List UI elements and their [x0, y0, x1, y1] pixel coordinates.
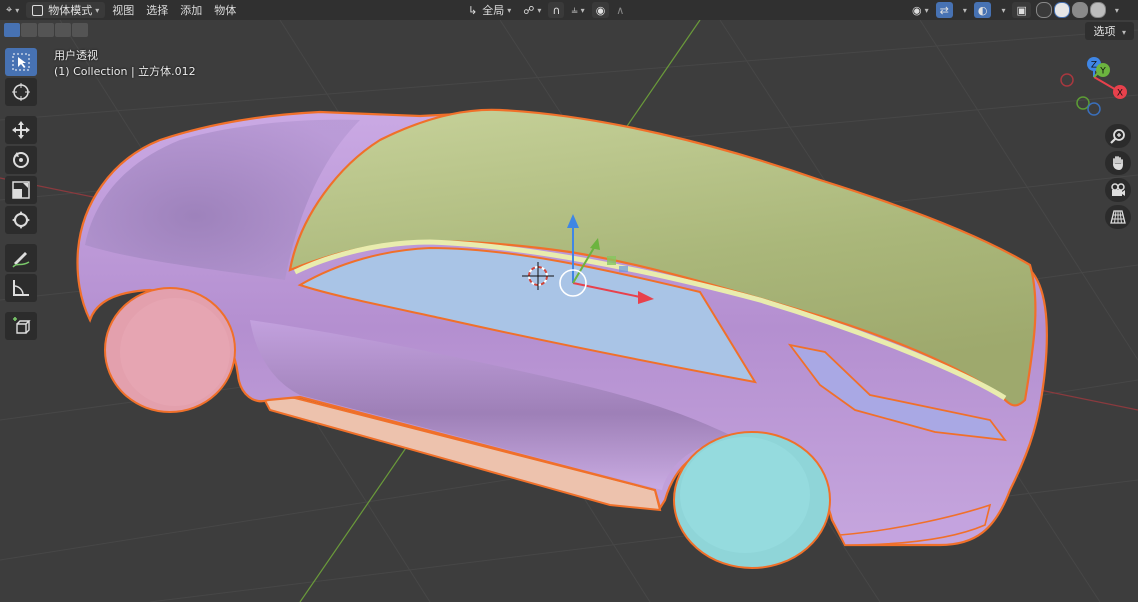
overlays-toggle[interactable]: ◐	[973, 2, 992, 18]
tool-select-box[interactable]	[5, 48, 37, 76]
navigation-buttons	[1105, 124, 1131, 229]
rendered-shading-icon[interactable]	[1089, 2, 1106, 18]
select-new-icon[interactable]	[4, 23, 20, 37]
chevron-down-icon: ▾	[537, 5, 542, 15]
select-intersect-icon[interactable]	[72, 23, 88, 37]
tool-settings-row	[0, 20, 1138, 40]
x-axis-label: X	[1117, 89, 1123, 99]
overlays-icon: ◐	[977, 3, 988, 17]
tool-rotate[interactable]	[5, 146, 37, 174]
chevron-down-icon: ▾	[1114, 5, 1119, 15]
zoom-button[interactable]	[1105, 124, 1131, 148]
measure-icon	[13, 280, 29, 296]
menu-add[interactable]: 添加	[174, 0, 208, 20]
neg-y-handle[interactable]	[1076, 96, 1090, 110]
chevron-down-icon: ▾	[15, 5, 20, 15]
collection-object-label: (1) Collection | 立方体.012	[54, 65, 196, 78]
add-cube-icon	[13, 317, 31, 334]
select-extend-icon[interactable]	[21, 23, 37, 37]
menu-view[interactable]: 视图	[106, 0, 140, 20]
camera-view-button[interactable]	[1105, 178, 1131, 202]
tool-cursor[interactable]	[5, 78, 37, 106]
cursor-icon	[12, 83, 30, 101]
pan-hand-icon	[1113, 156, 1123, 170]
3d-viewport[interactable]	[0, 0, 1138, 602]
select-subtract-icon[interactable]	[38, 23, 54, 37]
viewport-header: ⌖ ▾ 物体模式 ▾ 视图 选择 添加 物体 ↳ 全局 ▾ ☍ ▾ ∩ ⫨ ▾ ◉ ∧…	[0, 0, 1138, 20]
zoom-icon	[1110, 129, 1125, 144]
overlays-dropdown[interactable]: ▾	[992, 0, 1011, 20]
gizmo-toggle[interactable]: ⇄	[935, 2, 953, 18]
chevron-down-icon: ▾	[1001, 5, 1006, 15]
chevron-down-icon: ▾	[962, 5, 967, 15]
pivot-icon: ☍	[523, 3, 535, 17]
neg-x-handle[interactable]	[1060, 73, 1074, 87]
tool-scale[interactable]	[5, 176, 37, 204]
select-invert-icon[interactable]	[55, 23, 71, 37]
selection-mode-buttons	[4, 23, 88, 37]
eye-icon: ◉	[912, 3, 922, 17]
visibility-dropdown[interactable]: ◉ ▾	[906, 0, 935, 20]
annotate-icon	[12, 252, 30, 268]
chevron-down-icon: ▾	[580, 5, 585, 15]
scale-icon	[12, 181, 30, 199]
gizmo-dropdown[interactable]: ▾	[954, 0, 973, 20]
falloff-curve-icon: ∧	[616, 3, 625, 17]
chevron-down-icon: ▾	[95, 5, 100, 15]
axis-editor-icon: ⌖	[6, 3, 13, 16]
navigation-gizmo[interactable]: Z Y X	[1058, 55, 1132, 121]
left-toolbar	[5, 48, 39, 340]
snap-increment-icon: ⫨	[571, 3, 578, 16]
xray-icon: ▣	[1016, 3, 1027, 17]
rotate-icon	[13, 152, 29, 168]
tool-move[interactable]	[5, 116, 37, 144]
snap-target-dropdown[interactable]: ⫨ ▾	[565, 0, 590, 20]
shading-dropdown[interactable]: ▾	[1106, 0, 1125, 20]
transform-orientation-icon: ↳	[468, 3, 478, 17]
options-label: 选项	[1093, 25, 1116, 38]
tool-measure[interactable]	[5, 274, 37, 302]
falloff-dropdown[interactable]: ∧	[610, 0, 630, 20]
perspective-toggle-button[interactable]	[1105, 205, 1131, 229]
mode-dropdown[interactable]: 物体模式 ▾	[26, 2, 106, 18]
wireframe-shading-icon[interactable]	[1035, 2, 1052, 18]
view-name: 用户透视	[54, 49, 98, 62]
chevron-down-icon: ▾	[507, 5, 512, 15]
viewport-info: 用户透视 (1) Collection | 立方体.012	[54, 48, 196, 80]
orientation-label: 全局	[482, 4, 505, 17]
perspective-grid-icon	[1110, 210, 1126, 224]
object-mode-icon	[32, 4, 44, 16]
menu-object[interactable]: 物体	[208, 0, 242, 20]
mode-label: 物体模式	[48, 4, 93, 17]
pivot-point-dropdown[interactable]: ☍ ▾	[517, 0, 547, 20]
transform-icon	[12, 211, 30, 229]
move-icon	[12, 121, 30, 139]
snap-toggle[interactable]: ∩	[548, 2, 565, 18]
menu-select[interactable]: 选择	[140, 0, 174, 20]
neg-z-handle[interactable]	[1087, 102, 1101, 116]
proportional-edit-toggle[interactable]: ◉	[591, 2, 610, 18]
pan-button[interactable]	[1105, 151, 1131, 175]
solid-shading-icon[interactable]	[1053, 2, 1070, 18]
chevron-down-icon: ▾	[1121, 28, 1126, 37]
orientation-dropdown[interactable]: ↳ 全局 ▾	[462, 0, 517, 20]
proportional-edit-icon: ◉	[595, 3, 606, 17]
material-shading-icon[interactable]	[1071, 2, 1088, 18]
options-dropdown[interactable]: 选项 ▾	[1085, 22, 1134, 40]
tool-annotate[interactable]	[5, 244, 37, 272]
tool-add-cube[interactable]	[5, 312, 37, 340]
chevron-down-icon: ▾	[924, 5, 929, 15]
camera-icon	[1111, 183, 1125, 196]
gizmo-icon: ⇄	[939, 3, 949, 17]
y-axis-label: Y	[1099, 67, 1106, 77]
magnet-icon: ∩	[552, 3, 561, 17]
xray-toggle[interactable]: ▣	[1012, 2, 1031, 18]
select-box-icon	[12, 53, 30, 71]
editor-type-button[interactable]: ⌖ ▾	[0, 0, 25, 20]
shading-modes	[1035, 2, 1106, 18]
tool-transform[interactable]	[5, 206, 37, 234]
